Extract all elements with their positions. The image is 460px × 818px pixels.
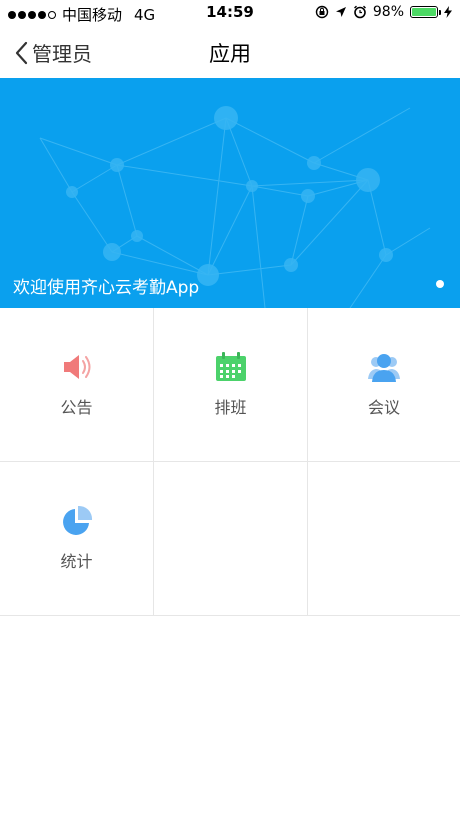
app-grid-row: 统计 [0,462,460,616]
app-announcement[interactable]: 公告 [0,308,154,461]
app-label: 排班 [214,398,247,417]
navigation-bar: 管理员 应用 [0,26,460,78]
calendar-icon [214,350,248,384]
banner-caption: 欢迎使用齐心云考勤App [13,278,200,298]
app-label: 会议 [367,398,400,417]
charging-bolt-icon [444,6,452,18]
empty-grid-cell [308,462,460,615]
status-bar: 中国移动 4G 14:59 98% [0,0,460,26]
banner-carousel[interactable]: 欢迎使用齐心云考勤App [0,78,460,308]
rotation-lock-icon [315,5,329,19]
pie-chart-icon [60,504,94,538]
location-arrow-icon [335,7,346,17]
people-icon [367,350,401,384]
carousel-page-indicator [436,280,444,288]
app-meeting[interactable]: 会议 [308,308,460,461]
status-right: 98% [315,4,452,20]
battery-fill [412,8,436,16]
app-schedule[interactable]: 排班 [154,308,308,461]
app-statistics[interactable]: 统计 [0,462,154,615]
app-label: 公告 [60,398,93,417]
battery-icon [410,6,441,18]
app-label: 统计 [60,552,93,571]
battery-percent: 98% [372,4,404,20]
empty-grid-cell [154,462,308,615]
page-title: 应用 [209,42,251,66]
app-grid: 公告 排班 会议 统计 [0,308,460,616]
app-grid-row: 公告 排班 会议 [0,308,460,462]
alarm-clock-icon [353,5,366,19]
speaker-icon [60,350,94,384]
